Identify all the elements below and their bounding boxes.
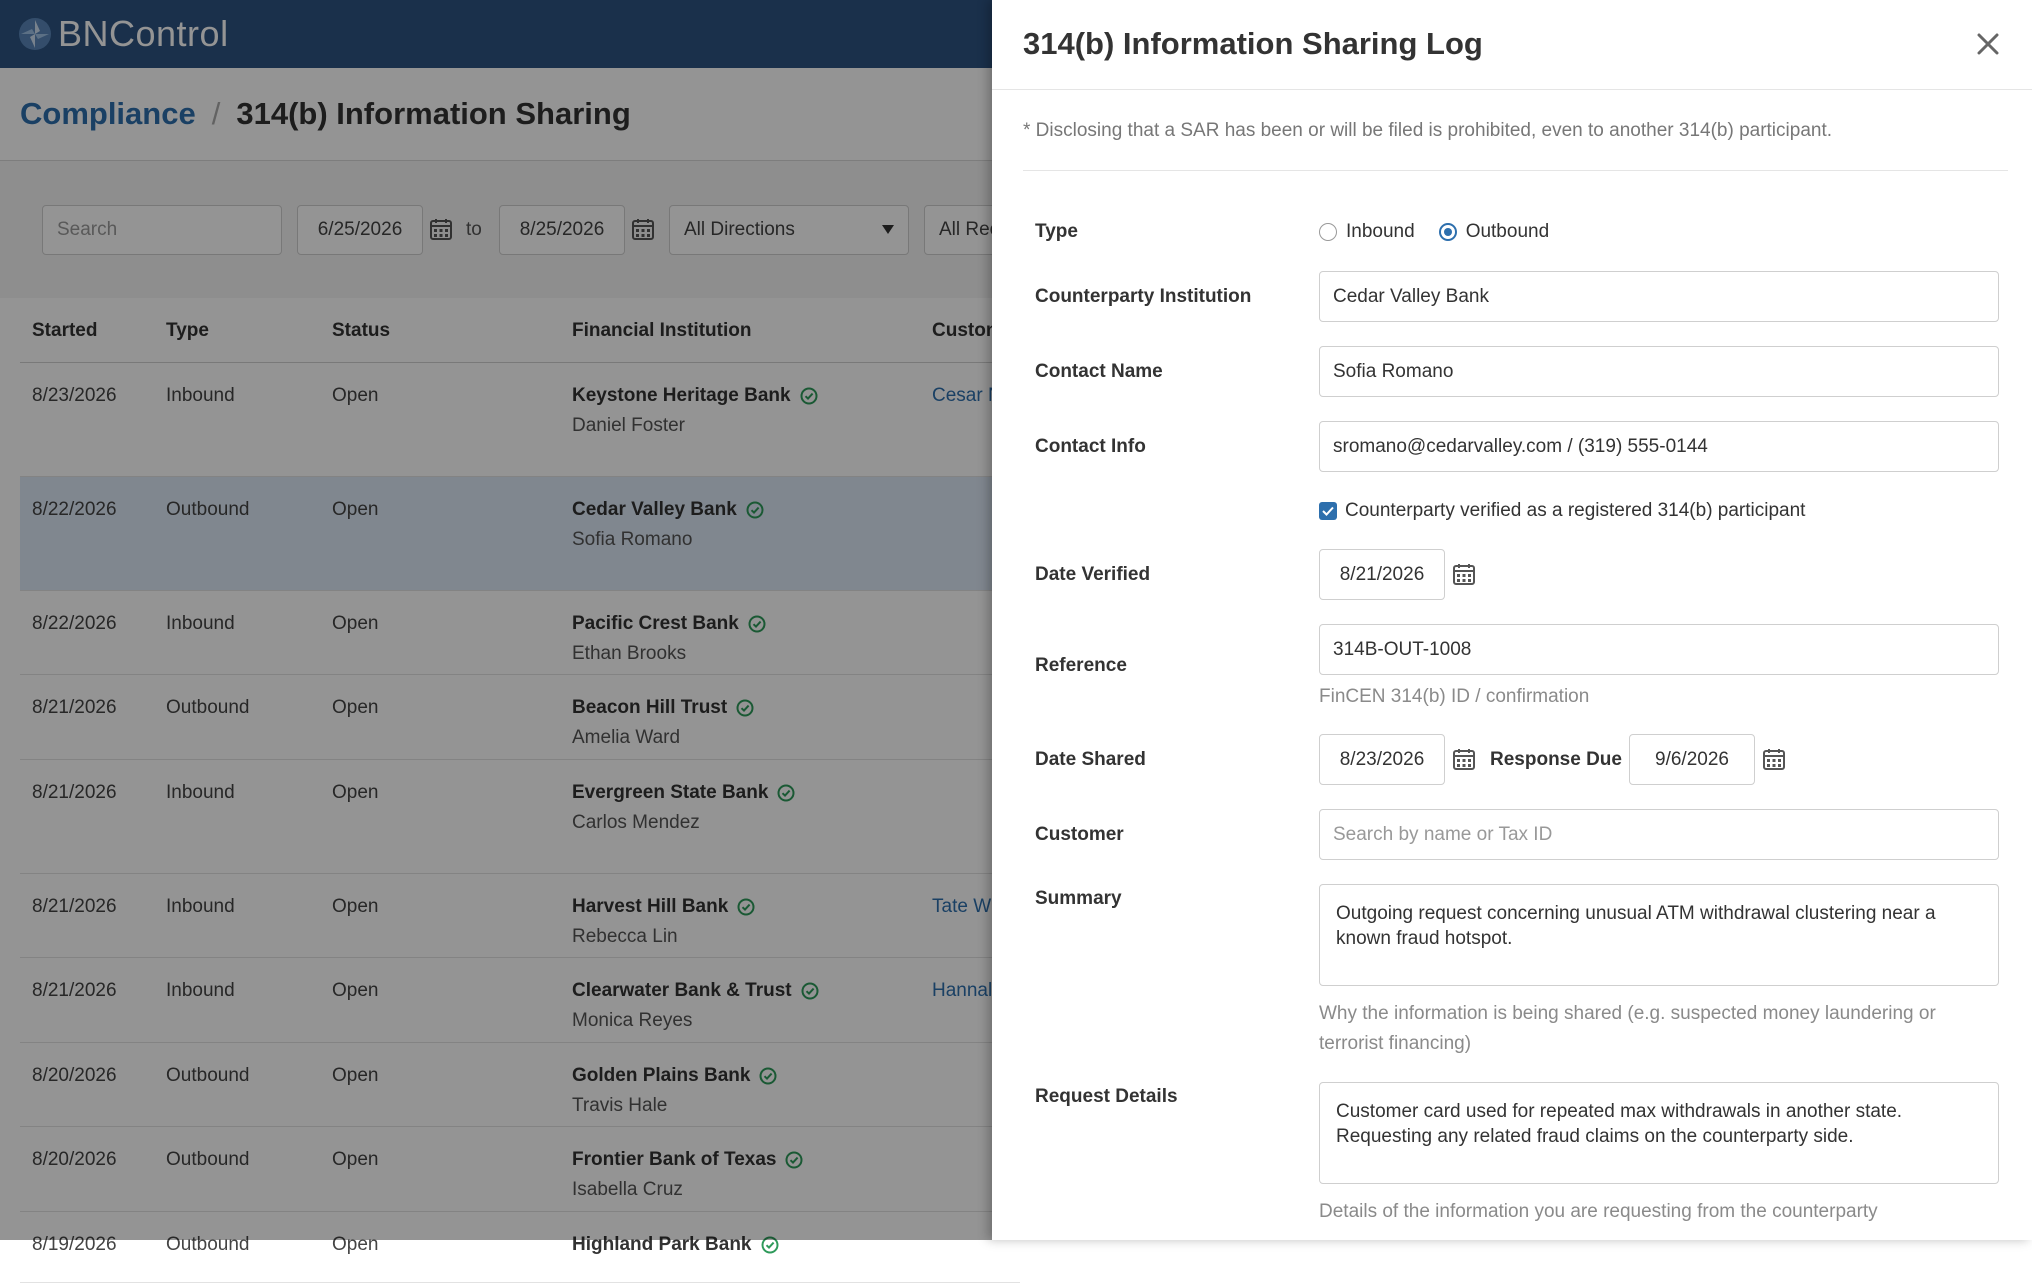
sharing-log-panel: 314(b) Information Sharing Log * Disclos…	[992, 0, 2032, 1240]
type-inbound-option[interactable]: Inbound	[1319, 221, 1415, 243]
contact-info-label: Contact Info	[1035, 436, 1146, 457]
counterparty-label: Counterparty Institution	[1035, 286, 1252, 307]
verified-checkbox[interactable]	[1319, 502, 1337, 520]
calendar-icon[interactable]	[1762, 747, 1786, 771]
reference-help: FinCEN 314(b) ID / confirmation	[1319, 686, 1590, 707]
close-button[interactable]	[1970, 26, 2006, 62]
calendar-icon[interactable]	[1452, 747, 1476, 771]
verified-checkbox-row[interactable]: Counterparty verified as a registered 31…	[1319, 500, 1805, 522]
date-verified-label: Date Verified	[1035, 564, 1151, 585]
type-radio-group: Inbound Outbound	[1319, 221, 1573, 243]
summary-textarea[interactable]: Outgoing request concerning unusual ATM …	[1319, 884, 1999, 986]
date-verified-input[interactable]: 8/21/2026	[1319, 549, 1445, 600]
request-details-textarea[interactable]: Customer card used for repeated max with…	[1319, 1082, 1999, 1184]
close-icon	[1977, 33, 1999, 55]
contact-name-input[interactable]: Sofia Romano	[1319, 346, 1999, 397]
calendar-icon[interactable]	[1452, 562, 1476, 586]
checkmark-icon	[1322, 506, 1334, 516]
panel-title: 314(b) Information Sharing Log	[1023, 26, 1483, 61]
request-details-help: Details of the information you are reque…	[1319, 1201, 1878, 1222]
inbound-label: Inbound	[1346, 221, 1415, 242]
reference-input[interactable]: 314B-OUT-1008	[1319, 624, 1999, 675]
summary-label: Summary	[1035, 888, 1122, 909]
modal-backdrop[interactable]	[0, 0, 992, 1240]
panel-header: 314(b) Information Sharing Log	[992, 0, 2032, 90]
summary-help: Why the information is being shared (e.g…	[1319, 1003, 1936, 1054]
counterparty-input[interactable]: Cedar Valley Bank	[1319, 271, 1999, 322]
outbound-radio[interactable]	[1438, 223, 1457, 241]
date-shared-label: Date Shared	[1035, 749, 1146, 770]
contact-info-input[interactable]: sromano@cedarvalley.com / (319) 555-0144	[1319, 421, 1999, 472]
customer-search-input[interactable]: Search by name or Tax ID	[1319, 809, 1999, 860]
request-details-label: Request Details	[1035, 1086, 1178, 1107]
contact-name-label: Contact Name	[1035, 361, 1163, 382]
outbound-label: Outbound	[1465, 221, 1550, 242]
inbound-radio[interactable]	[1319, 223, 1337, 241]
type-outbound-option[interactable]: Outbound	[1438, 221, 1550, 243]
date-shared-input[interactable]: 8/23/2026	[1319, 734, 1445, 785]
response-due-input[interactable]: 9/6/2026	[1629, 734, 1755, 785]
customer-label: Customer	[1035, 824, 1124, 845]
verified-label: Counterparty verified as a registered 31…	[1345, 500, 1806, 521]
response-due-label: Response Due	[1490, 749, 1622, 770]
reference-label: Reference	[1035, 655, 1127, 676]
type-label: Type	[1035, 221, 1078, 242]
sar-disclosure-notice: * Disclosing that a SAR has been or will…	[1023, 120, 2008, 171]
